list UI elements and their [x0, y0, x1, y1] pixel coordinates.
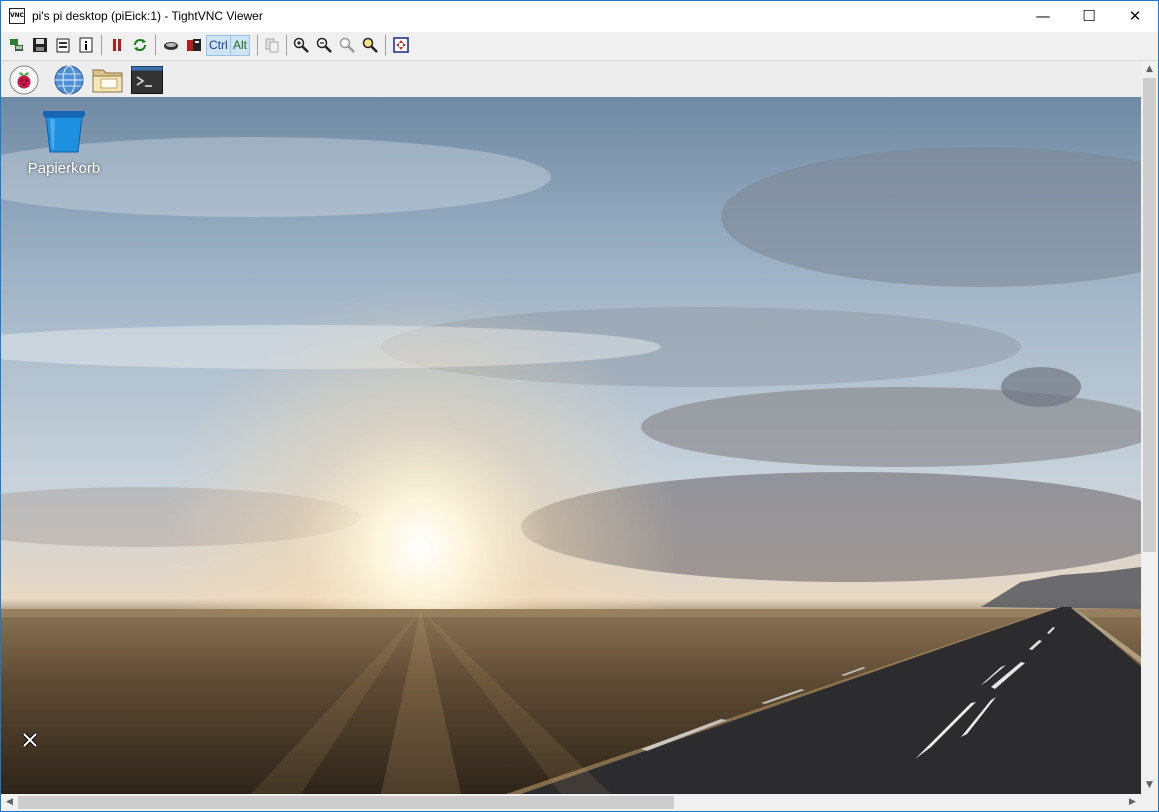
maximize-button[interactable]: ☐: [1066, 1, 1112, 32]
scroll-right-icon[interactable]: ▶: [1124, 794, 1141, 811]
title-bar[interactable]: VNC pi's pi desktop (piEick:1) - TightVN…: [1, 1, 1158, 32]
x-cursor-icon: [21, 731, 39, 749]
vertical-scroll-thumb[interactable]: [1143, 78, 1156, 552]
save-icon[interactable]: [31, 36, 49, 54]
window-title: pi's pi desktop (piEick:1) - TightVNC Vi…: [32, 9, 263, 23]
toolbar-separator: [286, 35, 287, 55]
scroll-down-icon[interactable]: ▼: [1141, 777, 1158, 794]
connection-info-icon[interactable]: [77, 36, 95, 54]
horizontal-scrollbar[interactable]: ◀ ▶: [1, 794, 1141, 811]
refresh-icon[interactable]: [131, 36, 149, 54]
send-ctrl-alt-del-icon[interactable]: [162, 36, 180, 54]
tightvnc-viewer-window: VNC pi's pi desktop (piEick:1) - TightVN…: [0, 0, 1159, 812]
send-ctrl-esc-icon[interactable]: [185, 36, 203, 54]
scroll-up-icon[interactable]: ▲: [1141, 61, 1158, 78]
ctrl-key-toggle[interactable]: Ctrl: [206, 35, 231, 56]
desktop-icon-papierkorb[interactable]: Papierkorb: [23, 109, 105, 177]
vertical-scrollbar[interactable]: ▲ ▼: [1141, 61, 1158, 794]
scrollbar-corner: [1141, 794, 1158, 811]
fullscreen-icon[interactable]: [392, 36, 410, 54]
zoom-out-icon[interactable]: [315, 36, 333, 54]
new-connection-icon[interactable]: [8, 36, 26, 54]
toolbar-separator: [155, 35, 156, 55]
scroll-left-icon[interactable]: ◀: [1, 794, 18, 811]
terminal-icon[interactable]: [131, 64, 163, 95]
minimize-button[interactable]: —: [1020, 1, 1066, 32]
toolbar-separator: [101, 35, 102, 55]
pause-icon[interactable]: [108, 36, 126, 54]
transfer-files-icon[interactable]: [263, 36, 281, 54]
zoom-in-icon[interactable]: [292, 36, 310, 54]
remote-desktop-viewport[interactable]: Papierkorb: [1, 61, 1141, 794]
toolbar-separator: [385, 35, 386, 55]
close-button[interactable]: ✕: [1112, 1, 1158, 32]
options-icon[interactable]: [54, 36, 72, 54]
desktop-icon-label: Papierkorb: [27, 160, 101, 177]
toolbar-separator: [257, 35, 258, 55]
zoom-100-icon[interactable]: [338, 36, 356, 54]
desktop-wallpaper[interactable]: Papierkorb: [1, 97, 1141, 794]
horizontal-scroll-thumb[interactable]: [18, 796, 674, 809]
trash-bin-icon: [23, 109, 105, 158]
web-browser-icon[interactable]: [53, 64, 85, 95]
vnc-app-icon[interactable]: VNC: [9, 8, 25, 24]
viewer-toolbar: Ctrl Alt: [1, 32, 1158, 61]
zoom-auto-icon[interactable]: [361, 36, 379, 54]
wallpaper-image: [1, 97, 1141, 794]
remote-taskbar: [1, 61, 1141, 97]
file-manager-icon[interactable]: [92, 64, 124, 95]
raspberry-menu-icon[interactable]: [8, 64, 40, 95]
alt-key-toggle[interactable]: Alt: [230, 35, 251, 56]
